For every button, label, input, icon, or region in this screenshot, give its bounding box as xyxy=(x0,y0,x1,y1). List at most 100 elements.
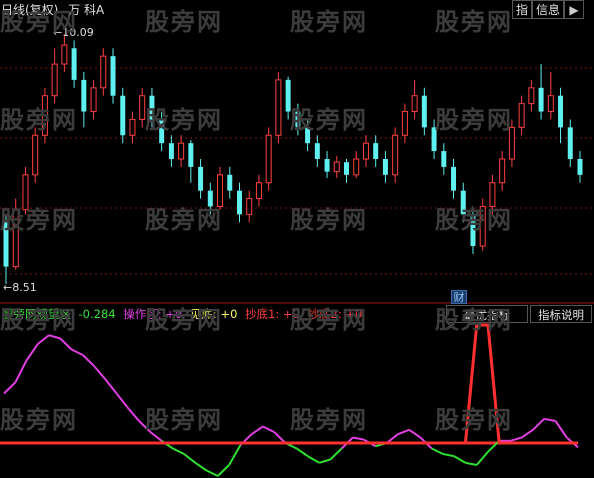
candle-body-up xyxy=(275,79,282,136)
candle-body-up xyxy=(392,134,399,176)
candle-body-up xyxy=(547,95,554,113)
watermark-text: 股旁网 xyxy=(435,306,513,334)
watch-zone-segment xyxy=(453,455,466,464)
watch-zone-segment xyxy=(37,334,50,345)
watch-zone-segment xyxy=(318,458,331,464)
watch-zone-segment xyxy=(48,334,61,340)
watch-zone-segment xyxy=(82,354,95,367)
watch-zone-segment xyxy=(296,447,309,458)
watch-zone-segment xyxy=(408,428,421,439)
watch-zone-segment xyxy=(115,392,129,409)
candle-body-down xyxy=(120,95,126,136)
low-price-value: 8.51 xyxy=(12,281,37,294)
watermark-text: 股旁网 xyxy=(145,206,223,234)
watch-zone-segment xyxy=(194,461,208,472)
watch-zone-segment xyxy=(431,447,444,455)
watch-zone-segment xyxy=(544,417,556,422)
candle-body-down xyxy=(324,159,330,172)
watch-zone-segment xyxy=(307,455,320,464)
candle-body-up xyxy=(362,142,369,160)
watch-zone-segment xyxy=(14,360,28,383)
watch-zone-segment xyxy=(104,378,118,395)
low-price-label: ←8.51 xyxy=(3,281,37,294)
watch-zone-segment xyxy=(521,428,534,439)
candle-body-up xyxy=(255,182,262,200)
watermark-text: 股旁网 xyxy=(435,106,513,134)
watermark-text: 股旁网 xyxy=(145,106,223,134)
candle-body-down xyxy=(168,143,174,159)
candlestick-chart[interactable] xyxy=(0,20,594,304)
watch-zone-segment xyxy=(273,431,287,444)
zhi-button[interactable]: 指 xyxy=(512,0,532,19)
watermark-text: 股旁网 xyxy=(0,206,78,234)
candle-body-up xyxy=(61,44,68,65)
watch-zone-segment xyxy=(206,469,219,477)
candle-body-up xyxy=(499,158,506,184)
indicator-help-button[interactable]: 指标说明 xyxy=(530,305,592,323)
watch-zone-segment xyxy=(172,447,185,455)
watermark-text: 股旁网 xyxy=(145,306,223,334)
watermark-text: 股旁网 xyxy=(290,306,368,334)
watch-zone-segment xyxy=(475,451,489,466)
watch-zone-segment xyxy=(397,428,410,436)
candle-body-up xyxy=(353,158,360,176)
watch-zone-segment xyxy=(71,348,84,356)
watch-zone-segment xyxy=(3,381,16,395)
candle-body-up xyxy=(265,134,272,184)
watermark-text: 股旁网 xyxy=(145,8,223,36)
candle-body-down xyxy=(451,166,457,191)
candle-body-down xyxy=(81,79,87,112)
watch-zone-segment xyxy=(442,453,455,458)
watermark-text: 股旁网 xyxy=(0,8,78,36)
watch-zone-segment xyxy=(262,425,275,433)
watermark-text: 股旁网 xyxy=(0,306,78,334)
candle-body-down xyxy=(382,159,388,175)
candle-body-up xyxy=(246,198,253,215)
candle-body-down xyxy=(110,56,116,96)
watermark-text: 股旁网 xyxy=(435,8,513,36)
expand-arrow-icon[interactable]: ▶ xyxy=(564,0,584,19)
watch-zone-segment xyxy=(59,337,73,351)
watch-zone-segment xyxy=(510,436,523,442)
candle-body-down xyxy=(227,174,233,191)
candle-body-up xyxy=(411,95,418,113)
watermark-text: 股旁网 xyxy=(0,406,78,434)
candle-body-up xyxy=(333,161,340,173)
candle-body-down xyxy=(577,159,583,175)
watch-zone-segment xyxy=(93,365,107,380)
candle-body-up xyxy=(401,111,408,136)
candle-body-down xyxy=(198,166,204,191)
watch-zone-segment xyxy=(217,464,230,477)
candle-body-down xyxy=(558,95,564,128)
watch-zone-segment xyxy=(251,425,264,436)
watch-zone-segment xyxy=(554,420,568,439)
candle-body-down xyxy=(314,143,320,159)
watermark-text: 股旁网 xyxy=(435,406,513,434)
watch-zone-segment xyxy=(532,418,545,431)
candle-body-down xyxy=(567,127,573,159)
candle-body-down xyxy=(441,151,447,167)
candle-body-up xyxy=(129,118,136,136)
info-button[interactable]: 信息 xyxy=(532,0,564,19)
watermark-text: 股旁网 xyxy=(290,206,368,234)
watch-zone-segment xyxy=(465,461,477,466)
watermark-text: 股旁网 xyxy=(290,8,368,36)
watermark-text: 股旁网 xyxy=(290,106,368,134)
candle-body-up xyxy=(528,87,535,105)
watch-zone-segment xyxy=(228,444,242,466)
watermark-text: 股旁网 xyxy=(290,406,368,434)
watch-zone-segment xyxy=(127,407,140,422)
watch-zone-segment xyxy=(183,453,196,464)
candle-body-down xyxy=(236,190,242,215)
candle-body-up xyxy=(51,63,58,97)
candle-body-down xyxy=(344,162,350,175)
candle-body-down xyxy=(421,95,427,128)
candle-body-down xyxy=(373,143,379,159)
candle-body-up xyxy=(32,134,39,176)
candle-body-down xyxy=(71,48,77,80)
candle-body-up xyxy=(90,87,97,113)
candle-body-up xyxy=(100,55,107,89)
watermark-text: 股旁网 xyxy=(145,406,223,434)
candle-body-down xyxy=(538,87,544,112)
watch-zone-segment xyxy=(329,447,343,461)
